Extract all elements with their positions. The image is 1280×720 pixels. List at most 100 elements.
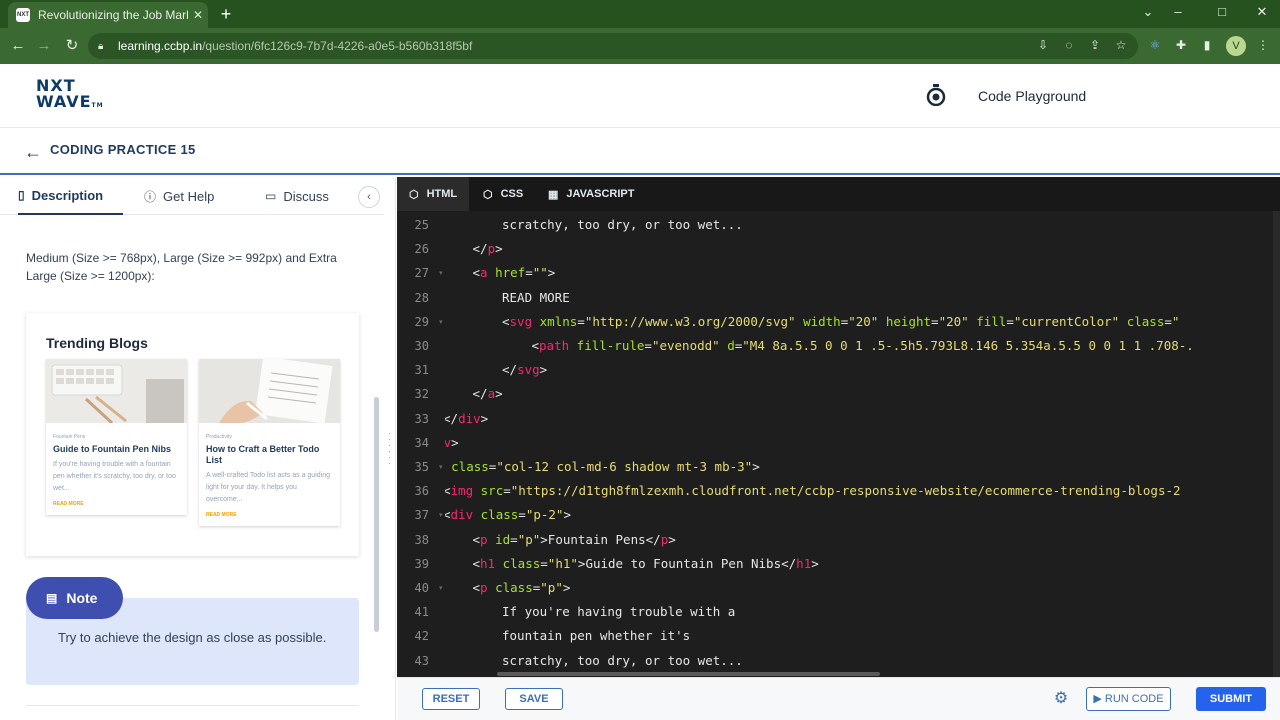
back-icon[interactable]: ← — [8, 36, 28, 56]
code-line[interactable]: </div> — [445, 431, 459, 455]
profile-avatar[interactable]: V — [1226, 36, 1246, 56]
code-token: "p-2" — [525, 507, 564, 523]
code-token: If you're having trouble with a — [502, 604, 736, 620]
menu-kebab-icon[interactable]: ⋮ — [1254, 38, 1272, 54]
code-line[interactable]: <img src="https://d1tgh8fmlzexmh.cloudfr… — [445, 479, 1181, 503]
read-more-link[interactable]: READ MORE — [206, 512, 333, 518]
fold-chevron-icon[interactable]: ▾ — [439, 318, 443, 326]
reset-button[interactable]: RESET — [422, 688, 480, 710]
tab-search-icon[interactable]: ⌄ — [1133, 4, 1163, 20]
line-number: 27 — [414, 266, 429, 281]
code-token: class — [480, 507, 519, 523]
code-token: = — [577, 313, 585, 329]
tab-discuss-label: Discuss — [283, 188, 329, 204]
fold-chevron-icon[interactable]: ▾ — [439, 269, 443, 277]
code-line[interactable]: If you're having trouble with a — [502, 600, 735, 624]
code-line[interactable]: <p class="p"> — [473, 576, 571, 600]
code-line[interactable]: <svg xmlns="http://www.w3.org/2000/svg" … — [502, 310, 1179, 334]
fold-chevron-icon[interactable]: ▾ — [439, 463, 443, 471]
lock-icon[interactable]: 🔒︎ — [98, 41, 110, 52]
code-token: xmlns — [539, 313, 578, 329]
site-favicon-icon: NXT — [16, 8, 30, 22]
code-line[interactable]: </div> — [445, 407, 488, 431]
fold-chevron-icon[interactable]: ▾ — [439, 511, 443, 519]
code-token: href — [495, 265, 526, 281]
code-playground-link[interactable]: Code Playground — [978, 88, 1086, 104]
submit-button[interactable]: SUBMIT — [1196, 687, 1266, 711]
back-arrow-icon[interactable]: ← — [24, 142, 42, 163]
code-line[interactable]: <div class="col-12 col-md-6 shadow mt-3 … — [445, 455, 760, 479]
code-line[interactable]: scratchy, too dry, or too wet... — [502, 649, 743, 673]
divider — [26, 705, 359, 706]
code-token: = — [1164, 313, 1172, 329]
code-line[interactable]: </p> — [473, 237, 503, 261]
stopwatch-icon[interactable] — [926, 84, 946, 106]
code-line[interactable]: fountain pen whether it's — [502, 624, 690, 648]
editor-vertical-scrollbar[interactable] — [1273, 211, 1280, 677]
keyboard-desk-image — [46, 359, 187, 425]
tab-title: Revolutionizing the Job Market | — [38, 8, 188, 22]
left-panel-scrollbar[interactable] — [374, 397, 379, 632]
nxtwave-logo[interactable]: NXT WAVETM — [36, 78, 104, 114]
panel-resize-handle[interactable]: · · · · · · — [388, 429, 392, 468]
collapse-panel-button[interactable]: ‹ — [358, 186, 380, 208]
address-bar[interactable]: 🔒︎ learning.ccbp.in/question/6fc126c9-7b… — [88, 33, 1138, 59]
extensions-puzzle-icon[interactable]: ✚ — [1172, 38, 1190, 54]
tab-javascript[interactable]: ▦ JAVASCRIPT — [536, 177, 646, 211]
code-token: h1 — [480, 555, 496, 571]
code-token: height — [885, 313, 932, 329]
code-line[interactable]: scratchy, too dry, or too wet... — [502, 213, 743, 237]
browser-tab-bar: NXT Revolutionizing the Job Market | ✕ +… — [0, 0, 1280, 28]
new-tab-button[interactable]: + — [216, 4, 236, 24]
code-token: > — [495, 386, 503, 402]
code-token: < — [502, 313, 510, 329]
run-code-button[interactable]: ▶ RUN CODE — [1086, 687, 1171, 711]
code-token: = — [510, 531, 518, 547]
forward-icon[interactable]: → — [34, 36, 54, 56]
install-app-icon[interactable]: ⇩ — [1034, 38, 1052, 54]
code-token: p — [487, 241, 496, 257]
code-line[interactable]: <a href=""> — [473, 261, 556, 285]
tab-get-help[interactable]: ⓘ Get Help — [144, 177, 214, 215]
code-line[interactable]: </svg> — [502, 358, 547, 382]
code-token: > — [562, 580, 571, 595]
bookmark-star-icon[interactable]: ☆ — [1112, 38, 1130, 54]
blog-card: Fountain Pens Guide to Fountain Pen Nibs… — [46, 359, 187, 515]
settings-gear-icon[interactable]: ⚙ — [1052, 690, 1070, 708]
tab-description[interactable]: ▯ Description — [18, 177, 124, 215]
code-token: </ — [502, 362, 518, 378]
description-text: Medium (Size >= 768px), Large (Size >= 9… — [26, 251, 337, 283]
tab-css[interactable]: ⬡ CSS — [471, 177, 535, 211]
close-tab-icon[interactable]: ✕ — [188, 8, 208, 22]
eye-off-icon[interactable]: ◌ — [1060, 38, 1078, 54]
note-badge: ▤ Note — [26, 577, 123, 619]
browser-tab[interactable]: NXT Revolutionizing the Job Market | ✕ — [8, 2, 208, 28]
close-window-button[interactable]: ✕ — [1247, 4, 1277, 20]
side-panel-icon[interactable]: ▮ — [1198, 38, 1216, 54]
reload-icon[interactable]: ↻ — [62, 36, 82, 56]
line-number: 34 — [414, 435, 429, 450]
share-icon[interactable]: ⇪ — [1086, 38, 1104, 54]
code-token: "p" — [540, 580, 563, 595]
code-token: class — [495, 580, 533, 595]
tab-description-label: Description — [31, 187, 104, 203]
code-line[interactable]: </a> — [473, 382, 503, 406]
save-button[interactable]: SAVE — [505, 688, 563, 710]
code-line[interactable]: <div class="p-2"> — [445, 503, 571, 527]
react-devtools-icon[interactable]: ⚛ — [1146, 38, 1164, 54]
minimize-button[interactable]: – — [1163, 4, 1193, 19]
code-line[interactable]: <path fill-rule="evenodd" d="M4 8a.5.5 0… — [532, 334, 1194, 358]
tab-discuss[interactable]: ▭ Discuss — [265, 177, 329, 215]
code-token: > — [539, 362, 548, 378]
tab-html[interactable]: ⬡ HTML — [397, 177, 470, 211]
code-line[interactable]: <h1 class="h1">Guide to Fountain Pen Nib… — [473, 552, 819, 576]
code-line[interactable]: READ MORE — [502, 286, 570, 310]
code-token: "20" — [938, 313, 969, 329]
code-area[interactable]: scratchy, too dry, or too wet... </p> <a h… — [445, 211, 1280, 677]
editor-horizontal-scrollbar[interactable] — [497, 672, 880, 676]
fold-chevron-icon[interactable]: ▾ — [439, 584, 443, 592]
line-number: 30 — [414, 339, 429, 353]
maximize-button[interactable]: □ — [1207, 4, 1237, 19]
code-line[interactable]: <p id="p">Fountain Pens</p> — [473, 528, 676, 552]
read-more-link[interactable]: READ MORE — [53, 501, 180, 507]
